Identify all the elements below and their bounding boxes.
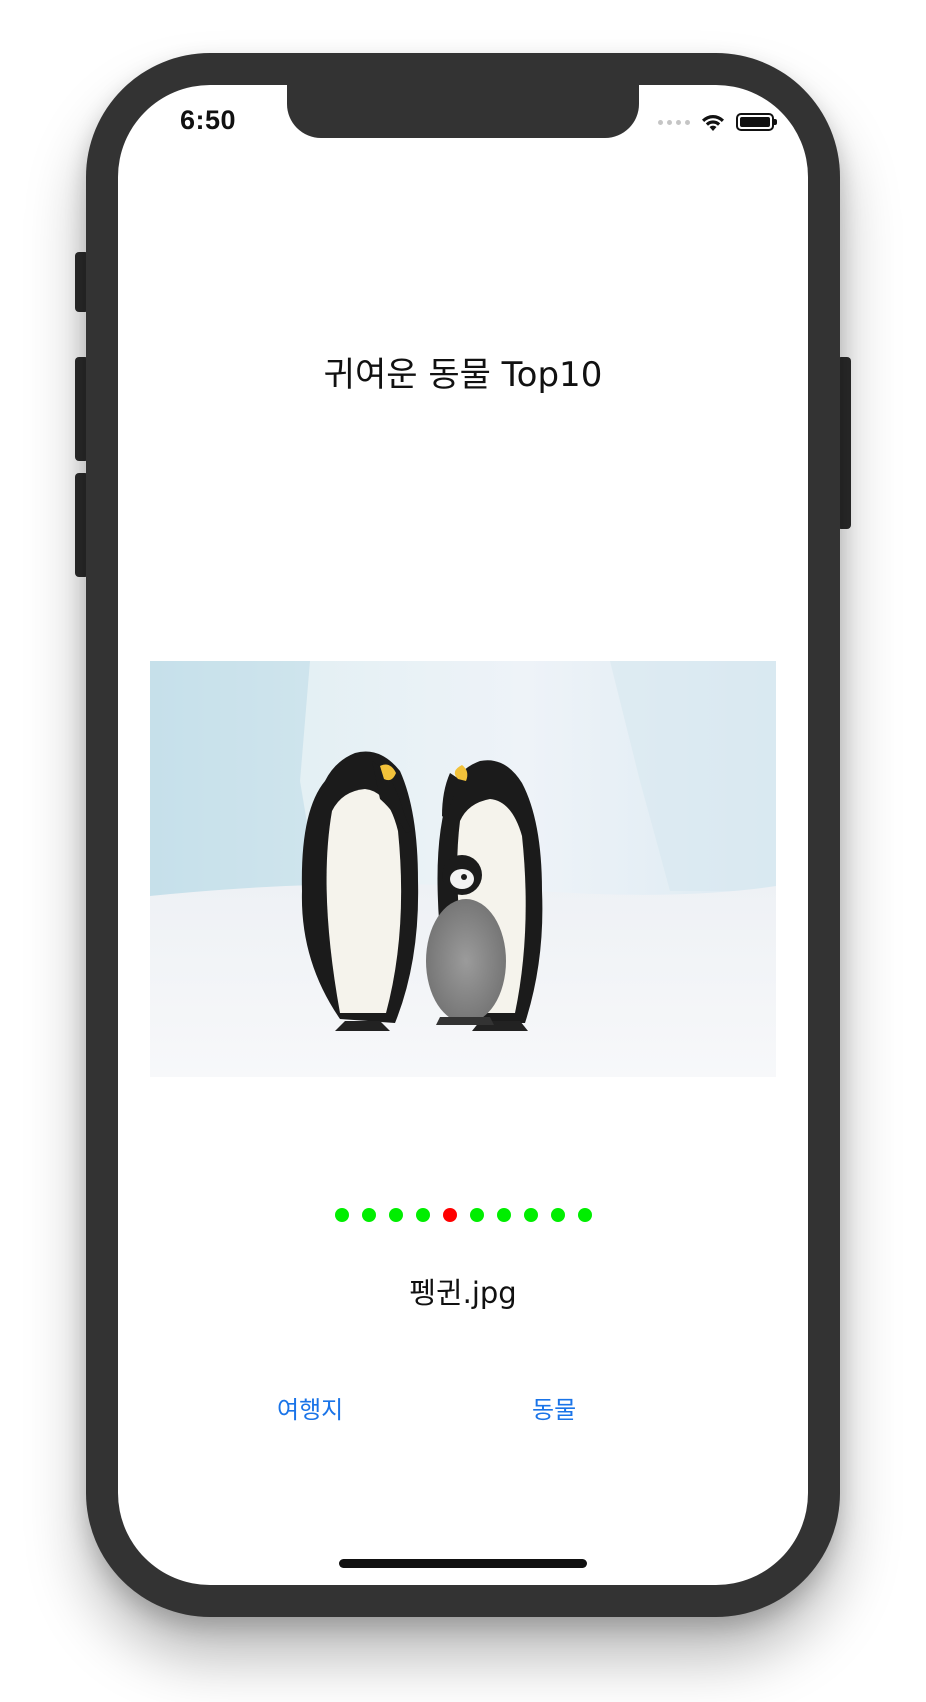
page-dot[interactable] xyxy=(388,1208,403,1222)
page-dot-active[interactable] xyxy=(442,1208,457,1222)
device-frame: 6:50 귀여운 동물 Top10 펭귄.jpg 여행지 동물 xyxy=(0,0,926,1702)
app-screen: 6:50 귀여운 동물 Top10 펭귄.jpg 여행지 동물 xyxy=(118,85,808,1585)
page-dot[interactable] xyxy=(577,1208,592,1222)
page-dot[interactable] xyxy=(361,1208,376,1222)
page-dot[interactable] xyxy=(415,1208,430,1222)
page-dot[interactable] xyxy=(469,1208,484,1222)
page-title: 귀여운 동물 Top10 xyxy=(323,355,603,395)
status-icons xyxy=(658,109,777,135)
page-dot[interactable] xyxy=(523,1208,538,1222)
page-control[interactable] xyxy=(118,1208,808,1222)
file-name-label: 펭귄.jpg xyxy=(409,1276,517,1310)
page-dot[interactable] xyxy=(334,1208,349,1222)
notch xyxy=(287,85,639,138)
home-indicator[interactable] xyxy=(339,1559,587,1568)
animal-button[interactable]: 동물 xyxy=(532,1390,576,1425)
battery-icon xyxy=(736,113,777,131)
page-dot[interactable] xyxy=(496,1208,511,1222)
cellular-signal-icon xyxy=(658,119,690,125)
penguin-photo xyxy=(150,661,776,1077)
travel-button[interactable]: 여행지 xyxy=(277,1390,343,1425)
status-time: 6:50 xyxy=(180,105,237,135)
page-dot[interactable] xyxy=(550,1208,565,1222)
wifi-icon xyxy=(702,115,724,131)
